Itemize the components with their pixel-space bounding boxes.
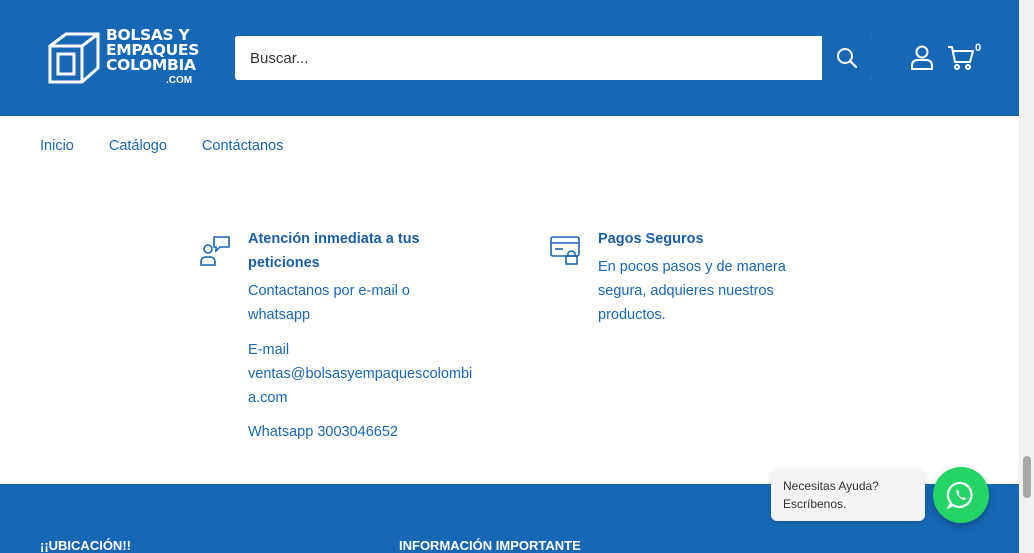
email-label: E-mail xyxy=(248,342,290,358)
chat-prompt-line: Necesitas Ayuda? xyxy=(783,479,879,493)
user-icon xyxy=(911,45,933,70)
feature-title: peticiones xyxy=(248,255,320,271)
search-bar xyxy=(235,36,872,80)
footer-heading-info: INFORMACIÓN IMPORTANTE xyxy=(399,538,581,553)
feature-text: whatsapp xyxy=(248,307,311,323)
payments-feature: Pagos Seguros En pocos pasos y de manera… xyxy=(598,227,818,327)
search-button[interactable] xyxy=(822,36,872,80)
whatsapp-chat-button[interactable] xyxy=(933,467,989,523)
feature-text: Contactanos por e-mail o xyxy=(248,283,410,299)
feature-title: Atención inmediata a tus xyxy=(248,231,420,247)
support-feature-icon-wrap xyxy=(199,234,231,271)
logo-suffix: .COM xyxy=(166,75,193,86)
feature-text: En pocos pasos y de manera xyxy=(598,259,786,275)
cart-count-badge: 0 xyxy=(975,42,982,54)
chat-prompt-bubble[interactable]: Necesitas Ayuda? Escríbenos. xyxy=(771,469,925,521)
whatsapp-link[interactable]: Whatsapp 3003046652 xyxy=(248,420,488,444)
chat-prompt-line: Escríbenos. xyxy=(783,497,847,511)
payments-feature-icon-wrap xyxy=(549,234,581,271)
cart-icon xyxy=(948,46,974,70)
account-button[interactable] xyxy=(910,45,934,71)
nav-item-contactanos[interactable]: Contáctanos xyxy=(202,138,283,154)
whatsapp-icon xyxy=(946,481,973,510)
page-scrollbar[interactable] xyxy=(1019,0,1034,553)
email-link[interactable]: ventas@bolsasyempaquescolombi xyxy=(248,362,488,386)
nav-item-inicio[interactable]: Inicio xyxy=(40,138,74,154)
search-icon xyxy=(837,48,858,69)
logo-wordmark: BOLSAS Y EMPAQUES COLOMBIA xyxy=(106,26,200,74)
box-logo-icon xyxy=(48,32,100,84)
scrollbar-thumb[interactable] xyxy=(1023,456,1031,498)
support-feature: Atención inmediata a tus peticiones Cont… xyxy=(248,227,488,444)
site-logo[interactable]: BOLSAS Y EMPAQUES COLOMBIA .COM xyxy=(46,26,200,88)
feature-title: Pagos Seguros xyxy=(598,231,704,247)
feature-text: segura, adquieres nuestros xyxy=(598,283,774,299)
email-link[interactable]: a.com xyxy=(248,386,488,410)
cart-button[interactable]: 0 xyxy=(946,42,986,72)
footer-heading-location: ¡¡UBICACIÓN!! xyxy=(40,538,131,553)
main-nav: Inicio Catálogo Contáctanos xyxy=(40,138,318,154)
chat-support-icon xyxy=(200,236,230,266)
search-input[interactable] xyxy=(235,36,822,80)
feature-text: productos. xyxy=(598,307,666,323)
secure-card-icon xyxy=(550,236,580,265)
nav-item-catalogo[interactable]: Catálogo xyxy=(109,138,167,154)
site-header: BOLSAS Y EMPAQUES COLOMBIA .COM 0 xyxy=(0,0,1019,116)
